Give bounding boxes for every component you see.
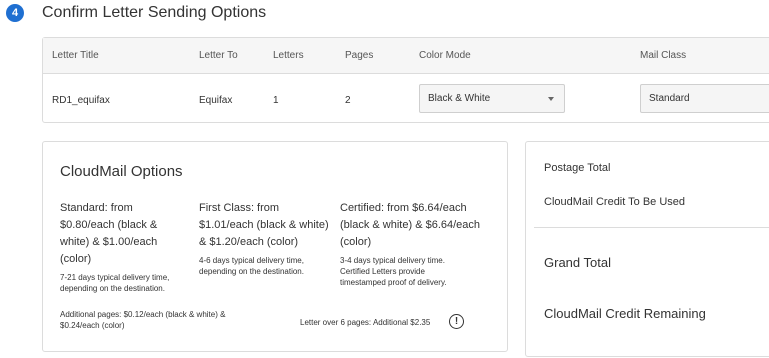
over-six-pages-note: Letter over 6 pages: Additional $2.35 bbox=[300, 318, 431, 327]
totals-card: Postage Total CloudMail Credit To Be Use… bbox=[525, 141, 769, 357]
totals-divider bbox=[534, 227, 769, 228]
header-letters: Letters bbox=[273, 50, 304, 61]
grand-total-label: Grand Total bbox=[544, 255, 611, 270]
section-title: Confirm Letter Sending Options bbox=[42, 4, 267, 21]
additional-pages-note: Additional pages: $0.12/each (black & wh… bbox=[60, 310, 226, 330]
header-color-mode: Color Mode bbox=[419, 50, 471, 61]
table-header-row: Letter Title Letter To Letters Pages Col… bbox=[43, 38, 769, 74]
certified-note: 3-4 days typical delivery time. Certifie… bbox=[340, 256, 447, 287]
credit-remaining-label: CloudMail Credit Remaining bbox=[544, 306, 706, 321]
cloudmail-options-card: CloudMail Options Standard: from $0.80/e… bbox=[42, 141, 508, 352]
header-letter-title: Letter Title bbox=[52, 50, 99, 61]
color-mode-value: Black & White bbox=[428, 93, 491, 104]
cell-letter-to: Equifax bbox=[199, 95, 233, 106]
warning-icon[interactable]: ! bbox=[449, 314, 464, 329]
standard-note: 7-21 days typical delivery time, dependi… bbox=[60, 273, 170, 293]
mail-class-value: Standard bbox=[649, 93, 690, 104]
header-letter-to: Letter To bbox=[199, 50, 238, 61]
first-class-price: First Class: from $1.01/each (black & wh… bbox=[199, 202, 329, 248]
first-class-option: First Class: from $1.01/each (black & wh… bbox=[199, 200, 333, 277]
first-class-note: 4-6 days typical delivery time, dependin… bbox=[199, 256, 304, 276]
cell-letters: 1 bbox=[273, 95, 279, 106]
standard-option: Standard: from $0.80/each (black & white… bbox=[60, 200, 178, 294]
mail-class-select[interactable]: Standard bbox=[640, 84, 769, 113]
certified-option: Certified: from $6.64/each (black & whit… bbox=[340, 200, 486, 288]
cloudmail-options-title: CloudMail Options bbox=[60, 163, 183, 180]
certified-price: Certified: from $6.64/each (black & whit… bbox=[340, 202, 481, 248]
postage-total-label: Postage Total bbox=[544, 162, 611, 174]
color-mode-select[interactable]: Black & White bbox=[419, 84, 565, 113]
cell-pages: 2 bbox=[345, 95, 351, 106]
standard-price: Standard: from $0.80/each (black & white… bbox=[60, 202, 158, 265]
step-number-badge: 4 bbox=[6, 4, 24, 22]
header-mail-class: Mail Class bbox=[640, 50, 687, 61]
cell-letter-title: RD1_equifax bbox=[52, 95, 110, 106]
letters-table: Letter Title Letter To Letters Pages Col… bbox=[42, 37, 769, 123]
chevron-down-icon bbox=[548, 97, 554, 101]
header-pages: Pages bbox=[345, 50, 374, 61]
credit-used-label: CloudMail Credit To Be Used bbox=[544, 196, 686, 208]
